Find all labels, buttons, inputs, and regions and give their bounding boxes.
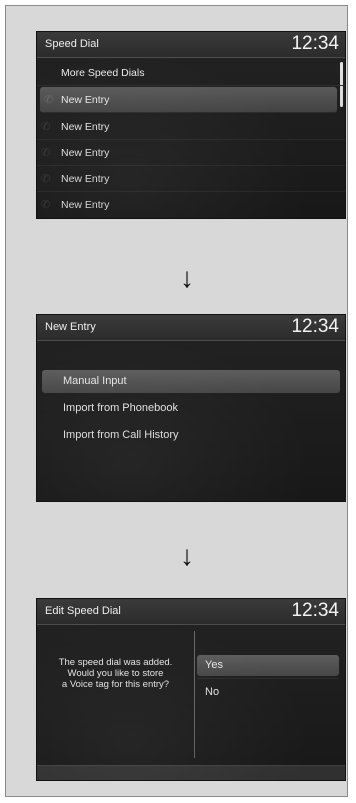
phone-icon: ✆: [41, 147, 51, 159]
yes-button[interactable]: Yes: [197, 655, 339, 676]
menu-item-import-call-history[interactable]: Import from Call History: [42, 424, 340, 447]
bottom-bar: [37, 765, 345, 780]
menu-item-label: Import from Phonebook: [63, 402, 178, 414]
title-bar: New Entry 12:34: [37, 315, 345, 341]
confirmation-message: The speed dial was added. Would you like…: [37, 657, 194, 690]
list-item-label: New Entry: [61, 94, 110, 106]
message-line: Would you like to store: [67, 668, 164, 679]
speed-dial-screen: Speed Dial 12:34 More Speed Dials ✆ New …: [36, 31, 346, 219]
dialog-divider: [194, 631, 195, 758]
message-line: a Voice tag for this entry?: [61, 679, 170, 690]
phone-icon: ✆: [41, 173, 51, 185]
message-line: The speed dial was added.: [58, 657, 173, 668]
new-entry-screen: New Entry 12:34 Manual Input Import from…: [36, 314, 346, 502]
list-item-new-entry[interactable]: ✆ New Entry: [37, 192, 345, 218]
list-item-label: New Entry: [61, 173, 110, 185]
title-bar: Speed Dial 12:34: [37, 32, 345, 58]
list-item-more-speed-dials[interactable]: More Speed Dials: [37, 60, 345, 86]
phone-icon: ✆: [44, 94, 54, 106]
menu-item-label: Import from Call History: [63, 429, 179, 441]
menu-item-import-phonebook[interactable]: Import from Phonebook: [42, 397, 340, 420]
down-arrow-icon: ↓: [180, 540, 194, 571]
list-item-new-entry[interactable]: ✆ New Entry: [37, 166, 345, 192]
no-button-label: No: [205, 686, 220, 698]
list-item-new-entry[interactable]: ✆ New Entry: [37, 114, 345, 140]
list-item-new-entry[interactable]: ✆ New Entry: [40, 87, 337, 113]
title-bar: Edit Speed Dial 12:34: [37, 599, 345, 625]
yes-button-label: Yes: [205, 659, 223, 671]
clock: 12:34: [291, 316, 339, 337]
list-item-label: New Entry: [61, 147, 110, 159]
clock: 12:34: [291, 33, 339, 54]
list-item-new-entry[interactable]: ✆ New Entry: [37, 140, 345, 166]
screen-title: Speed Dial: [45, 38, 99, 50]
list-item-label: New Entry: [61, 199, 110, 211]
menu-item-manual-input[interactable]: Manual Input: [42, 370, 340, 393]
down-arrow-icon: ↓: [180, 262, 194, 293]
list-item-label: New Entry: [61, 121, 110, 133]
list-item-label: More Speed Dials: [61, 67, 145, 79]
menu-item-label: Manual Input: [63, 375, 127, 387]
screen-title: Edit Speed Dial: [45, 605, 121, 617]
no-button[interactable]: No: [197, 682, 339, 703]
phone-icon: ✆: [41, 121, 51, 133]
divider: [197, 678, 339, 679]
phone-icon: ✆: [41, 199, 51, 211]
screen-title: New Entry: [45, 321, 96, 333]
edit-speed-dial-screen: Edit Speed Dial 12:34 The speed dial was…: [36, 598, 346, 781]
figure-panel: Speed Dial 12:34 More Speed Dials ✆ New …: [5, 5, 348, 797]
clock: 12:34: [291, 600, 339, 621]
